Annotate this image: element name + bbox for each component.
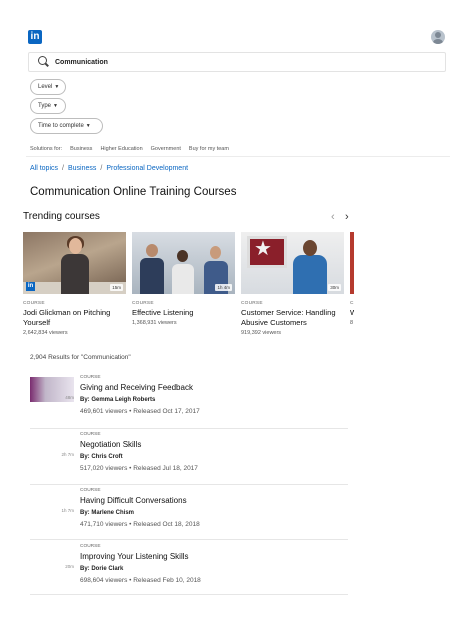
course-title[interactable]: Giving and Receiving Feedback xyxy=(80,383,193,392)
course-thumbnail: 1h 7m xyxy=(30,490,74,515)
duration-badge: 15m xyxy=(110,284,123,291)
caret-down-icon: ▼ xyxy=(53,103,58,109)
trending-title: Trending courses xyxy=(23,211,100,222)
solutions-label: Solutions for: xyxy=(30,146,63,152)
course-title[interactable]: W P xyxy=(350,308,354,318)
course-type: COURSE xyxy=(80,432,101,437)
course-title[interactable]: Effective Listening xyxy=(132,308,235,318)
course-viewers: 1,368,931 viewers xyxy=(132,320,177,326)
course-title[interactable]: Jodi Glickman on Pitching Yourself xyxy=(23,308,126,328)
solutions-link-buy-for-team[interactable]: Buy for my team xyxy=(189,146,229,152)
filter-type[interactable]: Type ▼ xyxy=(30,98,66,114)
result-item[interactable]: 48m COURSE Giving and Receiving Feedback… xyxy=(30,374,348,430)
duration-badge: 48m xyxy=(65,395,74,400)
caret-down-icon: ▼ xyxy=(54,84,60,90)
solutions-link-higher-education[interactable]: Higher Education xyxy=(100,146,142,152)
result-item[interactable]: 20m COURSE Improving Your Listening Skil… xyxy=(30,543,348,599)
trending-carousel: in 15m COURSE Jodi Glickman on Pitching … xyxy=(23,232,354,348)
course-viewers: 8 xyxy=(350,320,354,326)
course-author: By: Chris Croft xyxy=(80,454,123,460)
carousel-next-icon[interactable]: › xyxy=(345,211,349,223)
duration-badge: 20m xyxy=(65,564,74,569)
duration-badge: 1h 7m xyxy=(61,508,74,513)
divider xyxy=(26,156,450,157)
course-thumbnail: 2h 7m xyxy=(30,434,74,459)
filter-time-label: Time to complete xyxy=(38,123,84,129)
caret-down-icon: ▼ xyxy=(85,123,91,129)
solutions-link-government[interactable]: Government xyxy=(151,146,181,152)
course-card[interactable]: in 15m COURSE Jodi Glickman on Pitching … xyxy=(23,232,126,336)
course-title[interactable]: Negotiation Skills xyxy=(80,440,141,449)
course-thumbnail: ★ 30m xyxy=(241,232,344,294)
course-type: C xyxy=(350,301,354,306)
course-meta: 471,710 viewers • Released Oct 18, 2018 xyxy=(80,521,200,528)
course-author: By: Marlene Chism xyxy=(80,510,135,516)
course-type: COURSE xyxy=(80,375,101,380)
course-thumbnail: 48m xyxy=(30,377,74,402)
course-thumbnail: in 15m xyxy=(23,232,126,294)
course-meta: 698,604 viewers • Released Feb 10, 2018 xyxy=(80,577,201,584)
course-type: COURSE xyxy=(80,488,101,493)
result-item[interactable]: 1h 7m COURSE Having Difficult Conversati… xyxy=(30,487,348,543)
course-viewers: 919,392 viewers xyxy=(241,330,282,336)
linkedin-badge-icon: in xyxy=(26,282,35,291)
linkedin-logo-icon[interactable]: in xyxy=(28,30,42,44)
course-title[interactable]: Customer Service: Handling Abusive Custo… xyxy=(241,308,344,328)
top-bar: in xyxy=(0,0,474,48)
course-author: By: Dorie Clark xyxy=(80,566,124,572)
duration-badge: 2h 7m xyxy=(61,452,74,457)
course-thumbnail xyxy=(350,232,354,294)
filter-time-to-complete[interactable]: Time to complete ▼ xyxy=(30,118,103,134)
course-thumbnail: 1h 4m xyxy=(132,232,235,294)
course-type: COURSE xyxy=(23,301,45,306)
breadcrumb: All topics / Business / Professional Develop… xyxy=(30,165,189,172)
divider xyxy=(30,484,348,485)
breadcrumb-business[interactable]: Business xyxy=(68,165,96,172)
course-meta: 517,020 viewers • Released Jul 18, 2017 xyxy=(80,465,198,472)
avatar[interactable] xyxy=(431,30,445,44)
course-title[interactable]: Having Difficult Conversations xyxy=(80,496,187,505)
course-type: COURSE xyxy=(80,544,101,549)
course-viewers: 2,642,834 viewers xyxy=(23,330,68,336)
duration-badge: 30m xyxy=(328,284,341,291)
course-type: COURSE xyxy=(241,301,263,306)
carousel-prev-icon[interactable]: ‹ xyxy=(331,211,335,223)
search-icon xyxy=(37,55,51,69)
result-item[interactable]: 2h 7m COURSE Negotiation Skills By: Chri… xyxy=(30,431,348,487)
course-title[interactable]: Improving Your Listening Skills xyxy=(80,552,189,561)
page-title: Communication Online Training Courses xyxy=(30,186,237,198)
solutions-link-business[interactable]: Business xyxy=(70,146,92,152)
solutions-for: Solutions for: Business Higher Education… xyxy=(30,146,229,152)
course-type: COURSE xyxy=(132,301,154,306)
search-value: Communication xyxy=(55,58,108,66)
course-thumbnail: 20m xyxy=(30,546,74,571)
duration-badge: 1h 4m xyxy=(215,284,232,291)
course-card[interactable]: ★ 30m COURSE Customer Service: Handling … xyxy=(241,232,344,336)
results-count: 2,904 Results for "Communication" xyxy=(30,354,131,361)
divider xyxy=(30,539,348,540)
star-icon: ★ xyxy=(254,238,272,260)
search-input[interactable]: Communication xyxy=(28,52,446,72)
filter-level-label: Level xyxy=(38,84,53,90)
breadcrumb-all-topics[interactable]: All topics xyxy=(30,165,58,172)
filter-type-label: Type xyxy=(38,103,52,109)
course-card[interactable]: C W P 8 xyxy=(350,232,354,326)
breadcrumb-professional-development[interactable]: Professional Development xyxy=(106,165,188,172)
filter-level[interactable]: Level ▼ xyxy=(30,79,66,95)
course-meta: 469,601 viewers • Released Oct 17, 2017 xyxy=(80,408,200,415)
divider xyxy=(30,428,348,429)
course-card[interactable]: 1h 4m COURSE Effective Listening 1,368,9… xyxy=(132,232,235,326)
course-author: By: Gemma Leigh Roberts xyxy=(80,397,156,403)
divider xyxy=(30,594,348,595)
